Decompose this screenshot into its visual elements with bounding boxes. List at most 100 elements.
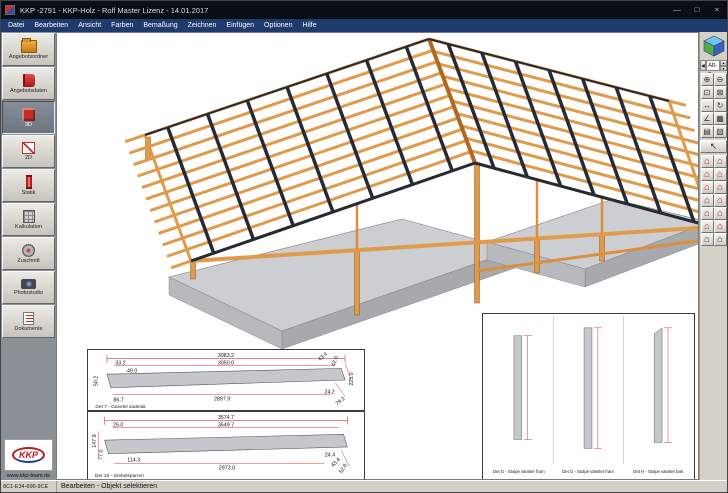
menu-bearbeiten[interactable]: Bearbeiten <box>29 22 73 29</box>
sidebar-item-zuschnitt[interactable]: Zuschnitt <box>2 237 55 270</box>
beam-detail-drawing-1: 3083.2 33.2 3050.0 49.0 50.2 2897.9 86.7… <box>88 350 364 410</box>
post-details-panel[interactable]: Det G - Stolpe vänster fram Det G - Stol… <box>482 313 695 480</box>
select-arrow-button[interactable]: ↖ <box>700 140 727 153</box>
sidebar-item-photostudio[interactable]: Photostudio <box>2 271 55 304</box>
sidebar-item-kalkulation[interactable]: Kalkulation <box>2 203 55 236</box>
view-spin-down-button[interactable]: ▼ <box>720 66 727 72</box>
menu-bar: Datei Bearbeiten Ansicht Farben Bemaßung… <box>1 19 727 32</box>
construction-view-button-10[interactable]: ⌂ <box>714 207 727 220</box>
sidebar-icon <box>22 244 35 257</box>
close-button[interactable]: × <box>707 1 727 19</box>
svg-text:2973.0: 2973.0 <box>219 465 235 471</box>
sidebar-icon <box>21 40 37 53</box>
construction-view-button-5[interactable]: ⌂ <box>701 181 714 194</box>
application-window: KKP -2791 - KKP-Holz - Rolf Master Lizen… <box>0 0 728 493</box>
svg-text:147.9: 147.9 <box>92 434 98 447</box>
svg-text:79.2: 79.2 <box>335 396 347 407</box>
orbit-button[interactable]: ↻ <box>714 99 727 112</box>
svg-text:3050.0: 3050.0 <box>218 361 234 367</box>
kkp-logo-text: KKP <box>12 447 45 463</box>
menu-farben[interactable]: Farben <box>106 22 138 29</box>
license-code: 8C1-E34-696-9CE <box>1 484 56 490</box>
construction-view-button-6[interactable]: ⌂ <box>714 181 727 194</box>
detail-panel-2[interactable]: 3574.7 25.0 3549.7 147.9 77.0 114.3 2973… <box>87 411 365 480</box>
title-bar: KKP -2791 - KKP-Holz - Rolf Master Lizen… <box>1 1 727 19</box>
menu-einfuegen[interactable]: Einfügen <box>221 22 259 29</box>
kkp-logo: KKP <box>4 439 53 471</box>
measure-button[interactable]: ∠ <box>701 112 714 125</box>
svg-text:3549.7: 3549.7 <box>218 423 234 429</box>
sidebar-item-angebotsordner[interactable]: Angebotsordner <box>2 33 55 66</box>
construction-view-button-8[interactable]: ⌂ <box>714 194 727 207</box>
svg-text:Det 16 - Giebelsparren: Det 16 - Giebelsparren <box>95 473 144 479</box>
svg-text:86.7: 86.7 <box>113 397 123 403</box>
display-options-button[interactable]: ▧ <box>714 125 727 138</box>
construction-view-button-3[interactable]: ⌂ <box>701 168 714 181</box>
sidebar-item-angebotsdaten[interactable]: Angebotsdaten <box>2 67 55 100</box>
sidebar-item-statik[interactable]: Statik <box>2 169 55 202</box>
layers-button[interactable]: ▤ <box>701 125 714 138</box>
construction-view-button-9[interactable]: ⌂ <box>701 207 714 220</box>
grid-toggle-button[interactable]: ▦ <box>714 112 727 125</box>
svg-text:42.0: 42.0 <box>331 355 340 367</box>
sidebar-item-label: Dokumente <box>14 326 42 332</box>
svg-text:43.4: 43.4 <box>330 457 342 469</box>
construction-view-button-2[interactable]: ⌂ <box>714 155 727 168</box>
sidebar-item-label: Angebotsdaten <box>10 88 47 94</box>
menu-datei[interactable]: Datei <box>3 22 29 29</box>
pan-button[interactable]: ↔ <box>701 99 714 112</box>
svg-text:2897.9: 2897.9 <box>214 396 230 402</box>
sidebar-item-label: Photostudio <box>14 290 43 296</box>
sidebar-icon <box>23 210 35 223</box>
menu-ansicht[interactable]: Ansicht <box>73 22 106 29</box>
menu-zeichnen[interactable]: Zeichnen <box>183 22 222 29</box>
construction-view-button-13[interactable]: ⌂ <box>701 233 714 246</box>
sidebar-item-label: 3D <box>25 122 32 128</box>
svg-text:25.0: 25.0 <box>113 423 123 429</box>
svg-text:33.2: 33.2 <box>115 361 125 367</box>
view-tools-group: ⊕ ⊖ ⊡ ⊠ ↔ ↻ ∠ ▦ ▤ ▧ <box>700 73 728 138</box>
sidebar-item-dokumente[interactable]: Dokumente <box>2 305 55 338</box>
svg-text:Det G - Stolpe vänster fram: Det G - Stolpe vänster fram <box>493 469 545 474</box>
maximize-button[interactable]: □ <box>687 1 707 19</box>
svg-text:3083.2: 3083.2 <box>218 353 234 359</box>
sidebar-icon <box>23 74 35 87</box>
sidebar-item-label: Kalkulation <box>15 224 42 230</box>
sidebar-buttons: Angebotsordner Angebotsdaten 3D <box>1 32 56 338</box>
construction-view-button-4[interactable]: ⌂ <box>714 168 727 181</box>
construction-view-button-12[interactable]: ⌂ <box>714 220 727 233</box>
menu-hilfe[interactable]: Hilfe <box>297 22 321 29</box>
beam-detail-drawing-2: 3574.7 25.0 3549.7 147.9 77.0 114.3 2973… <box>88 412 364 479</box>
status-text: Bearbeiten - Objekt selektieren <box>56 481 727 492</box>
view-preset-label: Alt-5 <box>706 60 720 71</box>
menu-optionen[interactable]: Optionen <box>259 22 297 29</box>
zoom-extents-button[interactable]: ⊠ <box>714 86 727 99</box>
svg-text:114.3: 114.3 <box>127 458 140 464</box>
zoom-in-button[interactable]: ⊕ <box>701 73 714 86</box>
construction-view-button-1[interactable]: ⌂ <box>701 155 714 168</box>
construction-view-button-7[interactable]: ⌂ <box>701 194 714 207</box>
sidebar-icon <box>22 142 35 154</box>
sidebar-icon <box>23 312 34 325</box>
sidebar-item-label: Zuschnitt <box>17 258 39 264</box>
svg-text:24.2: 24.2 <box>324 390 334 396</box>
construction-view-button-14[interactable]: ⌂ <box>714 233 727 246</box>
app-icon <box>5 5 15 15</box>
detail-panel-1[interactable]: 3083.2 33.2 3050.0 49.0 50.2 2897.9 86.7… <box>87 349 365 411</box>
svg-text:43.4: 43.4 <box>317 351 329 362</box>
menu-bemassung[interactable]: Bemaßung <box>138 22 182 29</box>
construction-view-button-11[interactable]: ⌂ <box>701 220 714 233</box>
svg-text:Det 7 - Gavelnl sadetak: Det 7 - Gavelnl sadetak <box>95 404 146 410</box>
svg-text:50.2: 50.2 <box>93 376 99 386</box>
sidebar-item-2d[interactable]: 2D <box>2 135 55 168</box>
drawing-canvas[interactable]: 3083.2 33.2 3050.0 49.0 50.2 2897.9 86.7… <box>56 32 699 480</box>
minimize-button[interactable]: — <box>667 1 687 19</box>
sidebar-icon <box>21 279 36 289</box>
nav-cube-icon[interactable] <box>702 34 726 58</box>
website-link: www.kkp-team.de <box>1 471 56 480</box>
zoom-out-button[interactable]: ⊖ <box>714 73 727 86</box>
post-detail-drawings: Det G - Stolpe vänster fram Det G - Stol… <box>483 314 694 479</box>
sidebar-item-label: 2D <box>25 155 32 161</box>
zoom-window-button[interactable]: ⊡ <box>701 86 714 99</box>
sidebar-item-3d[interactable]: 3D <box>2 101 55 134</box>
